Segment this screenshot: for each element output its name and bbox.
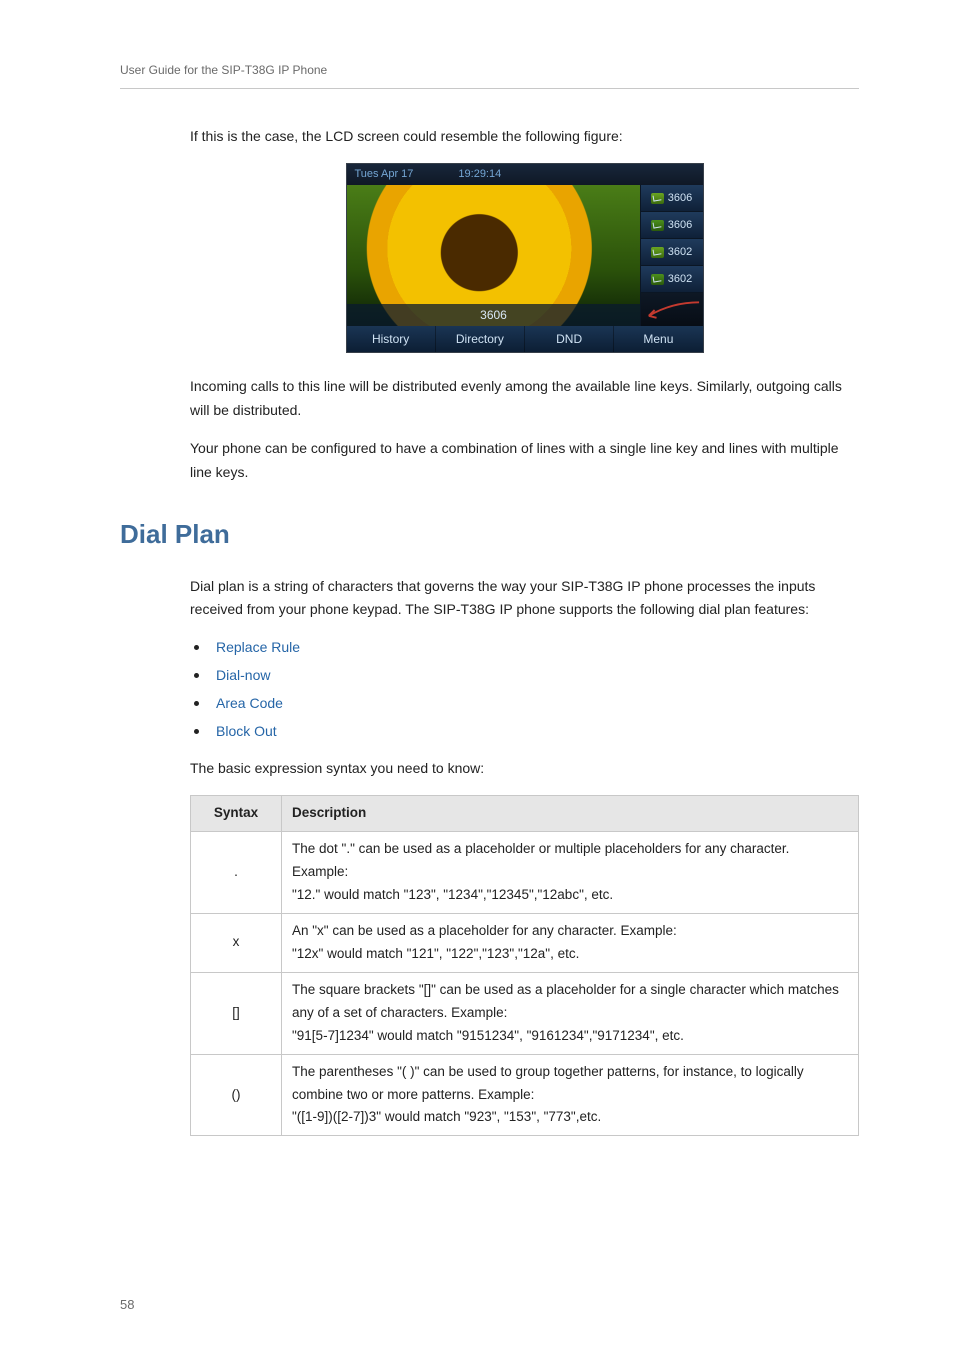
line-keys-empty [641, 293, 703, 326]
cell-description: An "x" can be used as a placeholder for … [282, 913, 859, 972]
line-key: 3602 [641, 266, 703, 293]
cell-symbol: . [191, 832, 282, 914]
table-row: x An "x" can be used as a placeholder fo… [191, 913, 859, 972]
desc-line: "12x" would match "121", "122","123","12… [292, 943, 848, 966]
intro-para-3: Your phone can be configured to have a c… [190, 437, 859, 485]
dial-plan-features-list: Replace Rule Dial-now Area Code Block Ou… [190, 636, 859, 743]
running-header: User Guide for the SIP-T38G IP Phone [120, 60, 859, 89]
line-icon [651, 220, 664, 231]
phone-line-keys: 3606 3606 3602 3602 [640, 185, 703, 326]
table-row: . The dot "." can be used as a placehold… [191, 832, 859, 914]
dial-plan-lead: Dial plan is a string of characters that… [190, 575, 859, 623]
softkey-directory: Directory [436, 326, 525, 352]
list-item: Area Code [190, 692, 859, 716]
syntax-table: Syntax Description . The dot "." can be … [190, 795, 859, 1136]
syntax-intro: The basic expression syntax you need to … [190, 757, 859, 781]
link-replace-rule[interactable]: Replace Rule [216, 639, 300, 655]
desc-line: "12." would match "123", "1234","12345",… [292, 884, 848, 907]
th-description: Description [282, 796, 859, 832]
line-key: 3606 [641, 185, 703, 212]
phone-ext-bar: 3606 [347, 304, 641, 326]
th-syntax: Syntax [191, 796, 282, 832]
line-label: 3602 [668, 243, 692, 262]
line-icon [651, 274, 664, 285]
page: User Guide for the SIP-T38G IP Phone If … [0, 0, 954, 1350]
phone-status-bar: Tues Apr 17 19:29:14 [347, 164, 703, 185]
link-block-out[interactable]: Block Out [216, 723, 277, 739]
intro-para-2: Incoming calls to this line will be dist… [190, 375, 859, 423]
desc-line: The square brackets "[]" can be used as … [292, 979, 848, 1025]
desc-line: The parentheses "( )" can be used to gro… [292, 1061, 848, 1107]
cell-symbol: () [191, 1054, 282, 1136]
section-heading-dial-plan: Dial Plan [120, 512, 859, 556]
line-icon [651, 193, 664, 204]
cell-symbol: x [191, 913, 282, 972]
softkey-dnd: DND [525, 326, 614, 352]
link-area-code[interactable]: Area Code [216, 695, 283, 711]
page-content: If this is the case, the LCD screen coul… [120, 125, 859, 1136]
softkey-menu: Menu [614, 326, 702, 352]
desc-line: The dot "." can be used as a placeholder… [292, 838, 848, 884]
table-header-row: Syntax Description [191, 796, 859, 832]
list-item: Dial-now [190, 664, 859, 688]
line-icon [651, 247, 664, 258]
phone-lcd-figure: Tues Apr 17 19:29:14 3606 3606 3606 3602 [346, 163, 704, 353]
cell-description: The square brackets "[]" can be used as … [282, 972, 859, 1054]
desc-line: "91[5-7]1234" would match "9151234", "91… [292, 1025, 848, 1048]
phone-status-date: Tues Apr 17 [355, 165, 414, 184]
list-item: Replace Rule [190, 636, 859, 660]
line-key: 3602 [641, 239, 703, 266]
softkey-history: History [347, 326, 436, 352]
desc-line: An "x" can be used as a placeholder for … [292, 920, 848, 943]
line-key: 3606 [641, 212, 703, 239]
table-row: [] The square brackets "[]" can be used … [191, 972, 859, 1054]
phone-status-time: 19:29:14 [458, 165, 501, 184]
phone-softkeys: History Directory DND Menu [347, 326, 703, 352]
table-row: () The parentheses "( )" can be used to … [191, 1054, 859, 1136]
line-label: 3606 [668, 189, 692, 208]
cell-symbol: [] [191, 972, 282, 1054]
page-number: 58 [120, 1294, 134, 1316]
intro-para-1: If this is the case, the LCD screen coul… [190, 125, 859, 149]
list-item: Block Out [190, 720, 859, 744]
desc-line: "([1-9])([2-7])3" would match "923", "15… [292, 1106, 848, 1129]
line-label: 3606 [668, 216, 692, 235]
link-dial-now[interactable]: Dial-now [216, 667, 270, 683]
line-label: 3602 [668, 270, 692, 289]
cell-description: The parentheses "( )" can be used to gro… [282, 1054, 859, 1136]
cell-description: The dot "." can be used as a placeholder… [282, 832, 859, 914]
